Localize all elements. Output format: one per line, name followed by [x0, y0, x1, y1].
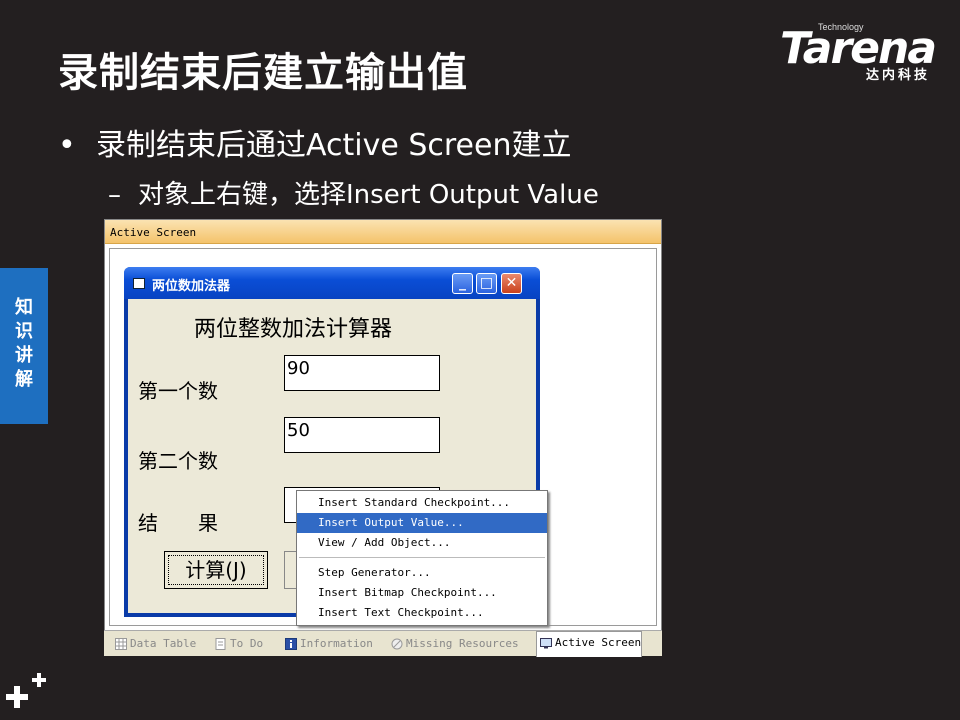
tab-label: Information	[300, 637, 373, 650]
slide-title: 录制结束后建立输出值	[58, 50, 468, 96]
side-tab-char: 解	[15, 369, 33, 390]
menu-separator	[299, 557, 545, 558]
bullet-level1-text: 录制结束后通过Active Screen建立	[96, 128, 572, 163]
minimize-button[interactable]: _	[452, 273, 473, 294]
app-heading: 两位整数加法计算器	[194, 317, 393, 342]
tab-to-do[interactable]: To Do	[212, 633, 263, 655]
bullet-dash: –	[108, 180, 121, 210]
info-icon	[285, 638, 297, 650]
tarena-logo: Technology Tarena 达内科技	[780, 22, 945, 83]
side-tab-char: 知	[15, 297, 33, 318]
bullet-level2-text: 对象上右键，选择Insert Output Value	[138, 180, 599, 210]
menu-item-insert-standard-checkpoint[interactable]: Insert Standard Checkpoint...	[297, 493, 547, 513]
active-screen-panel-title: Active Screen	[105, 220, 661, 244]
bottom-tab-bar: Data Table To Do Information Missing Res…	[104, 630, 662, 657]
field2-input[interactable]: 50	[284, 417, 440, 453]
plus-logo-icon	[6, 673, 46, 708]
bullet-dot: •	[58, 128, 76, 163]
logo-subtitle: 达内科技	[866, 68, 931, 83]
tab-label: Active Screen	[555, 636, 642, 649]
menu-item-insert-text-checkpoint[interactable]: Insert Text Checkpoint...	[297, 603, 547, 623]
menu-item-view-add-object[interactable]: View / Add Object...	[297, 533, 547, 553]
table-icon	[115, 638, 127, 650]
side-tab-char: 讲	[15, 345, 33, 366]
bullet-level1: • 录制结束后通过Active Screen建立	[58, 120, 571, 164]
tab-label: Data Table	[130, 637, 197, 650]
context-menu: Insert Standard Checkpoint... Insert Out…	[296, 490, 548, 626]
field2-label: 第二个数	[138, 449, 218, 473]
app-window-title: 两位数加法器	[152, 279, 231, 294]
menu-item-step-generator[interactable]: Step Generator...	[297, 563, 547, 583]
tab-label: To Do	[230, 637, 264, 650]
tab-information[interactable]: Information	[282, 633, 373, 655]
side-tab-char: 识	[15, 321, 33, 342]
calculate-button[interactable]: 计算(J)	[164, 551, 268, 589]
app-titlebar: 两位数加法器 _ □ ✕	[124, 267, 540, 299]
menu-item-insert-bitmap-checkpoint[interactable]: Insert Bitmap Checkpoint...	[297, 583, 547, 603]
tab-missing-resources[interactable]: Missing Resources	[388, 633, 519, 655]
tab-label: Missing Resources	[406, 637, 519, 650]
app-window-icon	[133, 278, 145, 289]
side-tab-knowledge: 知 识 讲 解	[0, 268, 48, 424]
field1-input[interactable]: 90	[284, 355, 440, 391]
bullet-level2: – 对象上右键，选择Insert Output Value	[108, 174, 599, 211]
tab-data-table[interactable]: Data Table	[112, 633, 196, 655]
todo-icon	[215, 638, 226, 650]
menu-item-insert-output-value[interactable]: Insert Output Value...	[297, 513, 547, 533]
missing-resources-icon	[391, 638, 403, 650]
field1-label: 第一个数	[138, 379, 218, 403]
close-button[interactable]: ✕	[501, 273, 522, 294]
maximize-button[interactable]: □	[476, 273, 497, 294]
active-screen-icon	[540, 638, 552, 649]
result-label: 结 果	[138, 511, 218, 535]
tab-active-screen[interactable]: Active Screen	[536, 631, 643, 657]
